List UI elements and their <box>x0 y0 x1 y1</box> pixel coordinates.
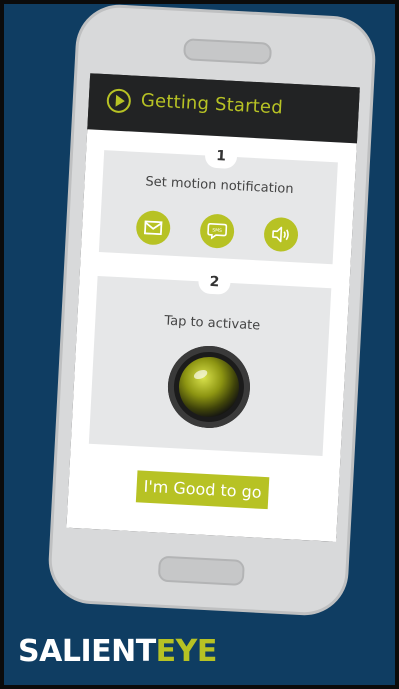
home-button[interactable] <box>157 555 245 587</box>
earpiece-speaker <box>183 38 273 65</box>
brand-logo: SALIENTEYE <box>18 634 217 669</box>
step-1-number: 1 <box>204 143 238 170</box>
camera-lens-icon <box>177 355 241 419</box>
step-2-number: 2 <box>197 269 232 295</box>
step-2-card: 2 Tap to activate <box>88 269 332 456</box>
phone-illustration: Getting Started 1 Set motion notificatio… <box>46 4 378 618</box>
page-title: Getting Started <box>140 90 284 119</box>
email-notification-button[interactable] <box>135 209 172 246</box>
mail-icon <box>143 220 163 236</box>
step-1-card: 1 Set motion notification SMS <box>98 143 338 265</box>
play-icon <box>106 88 132 114</box>
brand-text-right: EYE <box>155 634 218 669</box>
sms-icon: SMS <box>207 223 228 240</box>
speaker-icon <box>272 226 289 243</box>
brand-text-left: SALIENT <box>18 634 156 669</box>
phone-screen: Getting Started 1 Set motion notificatio… <box>66 73 360 542</box>
sms-icon-label: SMS <box>212 227 222 234</box>
poster-frame: Getting Started 1 Set motion notificatio… <box>0 0 399 689</box>
activate-camera-button[interactable] <box>165 343 253 431</box>
sms-notification-button[interactable]: SMS <box>199 213 235 250</box>
good-to-go-button[interactable]: I'm Good to go <box>135 470 270 510</box>
sound-notification-button[interactable] <box>263 216 299 253</box>
setup-content: 1 Set motion notification SMS 2 Tap to a… <box>66 129 357 542</box>
step-1-title: Set motion notification <box>145 174 294 198</box>
notification-options: SMS <box>99 208 334 254</box>
step-2-title: Tap to activate <box>164 313 261 334</box>
